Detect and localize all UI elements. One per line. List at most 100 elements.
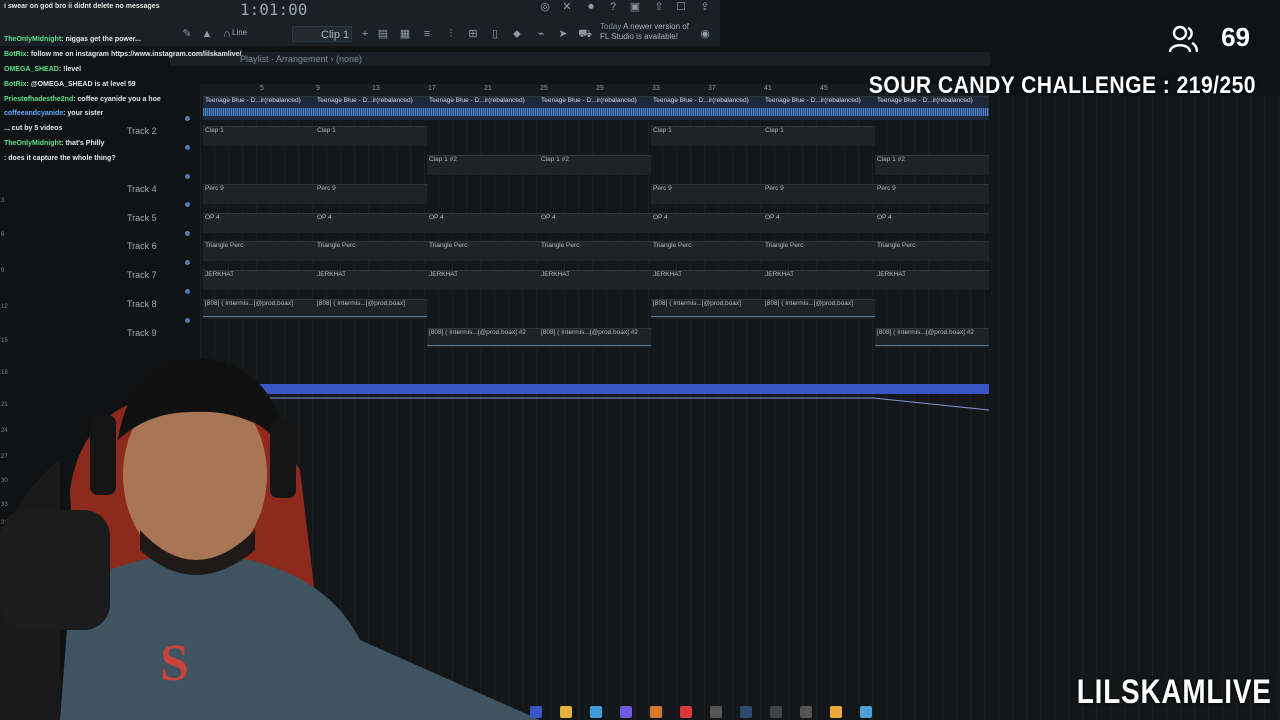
paint-tool-icon[interactable]: ▲ (200, 27, 214, 41)
track-label[interactable]: Track 6 (127, 241, 157, 251)
upload-icon[interactable]: ⇪ (698, 0, 712, 14)
notepad-icon[interactable] (860, 706, 872, 718)
chat-message: BotRix: @OMEGA_SHEAD is at level 59 (4, 81, 136, 88)
pattern-selector[interactable]: Clip 1 (292, 26, 352, 42)
snap-selector[interactable]: Line (232, 28, 247, 37)
pattern-clip[interactable]: [808] ( Intermis...[@prod.boax] (651, 299, 763, 319)
track-label[interactable]: Track 9 (127, 328, 157, 338)
track-label[interactable]: Track 7 (127, 270, 157, 280)
track-mute-dot[interactable] (185, 231, 190, 236)
pattern-clip[interactable]: Clap 1 (315, 126, 427, 146)
brave-icon[interactable] (680, 706, 692, 718)
audio-clip[interactable]: Teenage Blue - D...ir(rebalanced) (651, 96, 763, 120)
audio-clip[interactable]: Teenage Blue - D...ir(rebalanced) (203, 96, 315, 120)
pattern-clip[interactable]: JERKHAT (875, 270, 989, 290)
pattern-clip[interactable]: JERKHAT (315, 270, 427, 290)
plane-icon[interactable]: ➤ (556, 27, 570, 41)
pattern-clip[interactable]: Clap 1 (651, 126, 763, 146)
track-label[interactable]: Track 4 (127, 184, 157, 194)
file-icon[interactable]: ▯ (488, 27, 502, 41)
cart-icon[interactable]: ⛟ (578, 27, 592, 41)
folder-icon[interactable] (560, 706, 572, 718)
track-mute-dot[interactable] (185, 145, 190, 150)
pattern-clip[interactable]: Clap 1 (763, 126, 875, 146)
plugin-icon[interactable]: ⊞ (466, 27, 480, 41)
pattern-clip[interactable]: JERKHAT (539, 270, 651, 290)
pattern-clip[interactable]: Clap 1 #2 (427, 155, 539, 175)
clip-label: [808] ( Intermis...[@prod.boax] (317, 300, 405, 307)
webcam-feed: S (0, 358, 540, 720)
pattern-clip[interactable]: OP 4 (427, 213, 539, 233)
audio-clip[interactable]: Teenage Blue - D...ir(rebalanced) (315, 96, 427, 120)
track-mute-dot[interactable] (185, 289, 190, 294)
discord-icon[interactable] (620, 706, 632, 718)
browser-icon[interactable]: ≡ (420, 27, 434, 41)
track-label[interactable]: Track 8 (127, 299, 157, 309)
4k-icon[interactable] (800, 706, 812, 718)
steam-icon[interactable] (740, 706, 752, 718)
pattern-clip[interactable]: Triangle Perc (763, 241, 875, 261)
piano-roll-icon[interactable]: ▦ (398, 27, 412, 41)
pattern-clip[interactable]: Perc 9 (315, 184, 427, 204)
pattern-clip[interactable]: Clap 1 #2 (539, 155, 651, 175)
pattern-clip[interactable]: OP 4 (315, 213, 427, 233)
taskbar-app-icon[interactable] (530, 706, 542, 718)
brush-icon[interactable]: ⌁ (534, 27, 548, 41)
pattern-clip[interactable]: JERKHAT (651, 270, 763, 290)
pattern-clip[interactable]: JERKHAT (427, 270, 539, 290)
pattern-clip[interactable]: Clap 1 (203, 126, 315, 146)
audio-clip[interactable]: Teenage Blue - D...ir(rebalanced) (539, 96, 651, 120)
calendar-icon[interactable] (590, 706, 602, 718)
clip-label: [808] ( Intermis...[@prod.boax] #2 (877, 329, 974, 336)
pattern-clip[interactable]: OP 4 (763, 213, 875, 233)
obs-icon[interactable] (710, 706, 722, 718)
add-icon[interactable]: + (358, 27, 372, 41)
clip-label: Teenage Blue - D...ir(rebalanced) (765, 97, 861, 104)
pattern-clip[interactable]: OP 4 (875, 213, 989, 233)
export-icon[interactable]: ⇧ (652, 0, 666, 14)
app-icon[interactable] (650, 706, 662, 718)
draw-tool-icon[interactable]: ✎ (180, 27, 194, 41)
pattern-clip[interactable]: [808] ( Intermis...[@prod.boax] (315, 299, 427, 319)
pattern-clip[interactable]: Triangle Perc (875, 241, 989, 261)
pattern-clip[interactable]: Clap 1 #2 (875, 155, 989, 175)
pattern-clip[interactable]: [808] ( Intermis...[@prod.boax] (203, 299, 315, 319)
pattern-clip[interactable]: Perc 9 (203, 184, 315, 204)
pattern-clip[interactable]: Triangle Perc (539, 241, 651, 261)
help-icon[interactable]: ? (606, 0, 620, 14)
track-mute-dot[interactable] (185, 318, 190, 323)
pattern-clip[interactable]: [808] ( Intermis...[@prod.boax] #2 (875, 328, 989, 348)
close-icon[interactable]: ✕ (560, 0, 574, 14)
fl-studio-icon[interactable] (830, 706, 842, 718)
pattern-clip[interactable]: Triangle Perc (203, 241, 315, 261)
pattern-clip[interactable]: Perc 9 (875, 184, 989, 204)
pattern-clip[interactable]: JERKHAT (203, 270, 315, 290)
pattern-clip[interactable]: Triangle Perc (651, 241, 763, 261)
pattern-clip[interactable]: Perc 9 (763, 184, 875, 204)
save-icon[interactable]: ▣ (628, 0, 642, 14)
pattern-clip[interactable]: OP 4 (539, 213, 651, 233)
audio-clip[interactable]: Teenage Blue - D...ir(rebalanced) (763, 96, 875, 120)
app-icon[interactable] (770, 706, 782, 718)
track-label[interactable]: Track 2 (127, 126, 157, 136)
channel-rack-icon[interactable]: ⫶ (444, 27, 458, 41)
pattern-clip[interactable]: Triangle Perc (427, 241, 539, 261)
update-notice[interactable]: Today A newer version of FL Studio is av… (600, 22, 700, 42)
globe-icon[interactable]: ◉ (698, 27, 712, 41)
mixer-icon[interactable]: ▤ (376, 27, 390, 41)
audio-clip[interactable]: Teenage Blue - D...ir(rebalanced) (427, 96, 539, 120)
track-label[interactable]: Track 5 (127, 213, 157, 223)
pattern-clip[interactable]: OP 4 (203, 213, 315, 233)
pattern-clip[interactable]: Triangle Perc (315, 241, 427, 261)
track-mute-dot[interactable] (185, 202, 190, 207)
track-mute-dot[interactable] (185, 260, 190, 265)
pattern-clip[interactable]: Perc 9 (651, 184, 763, 204)
chat-icon[interactable]: ☐ (674, 0, 688, 14)
track-mute-dot[interactable] (185, 174, 190, 179)
pattern-clip[interactable]: [808] ( Intermis...[@prod.boax] (763, 299, 875, 319)
pattern-clip[interactable]: OP 4 (651, 213, 763, 233)
track-mute-dot[interactable] (185, 116, 190, 121)
pattern-clip[interactable]: JERKHAT (763, 270, 875, 290)
mic-icon[interactable]: ⏺ (584, 0, 598, 14)
pin-icon[interactable]: ⬥ (510, 27, 524, 41)
